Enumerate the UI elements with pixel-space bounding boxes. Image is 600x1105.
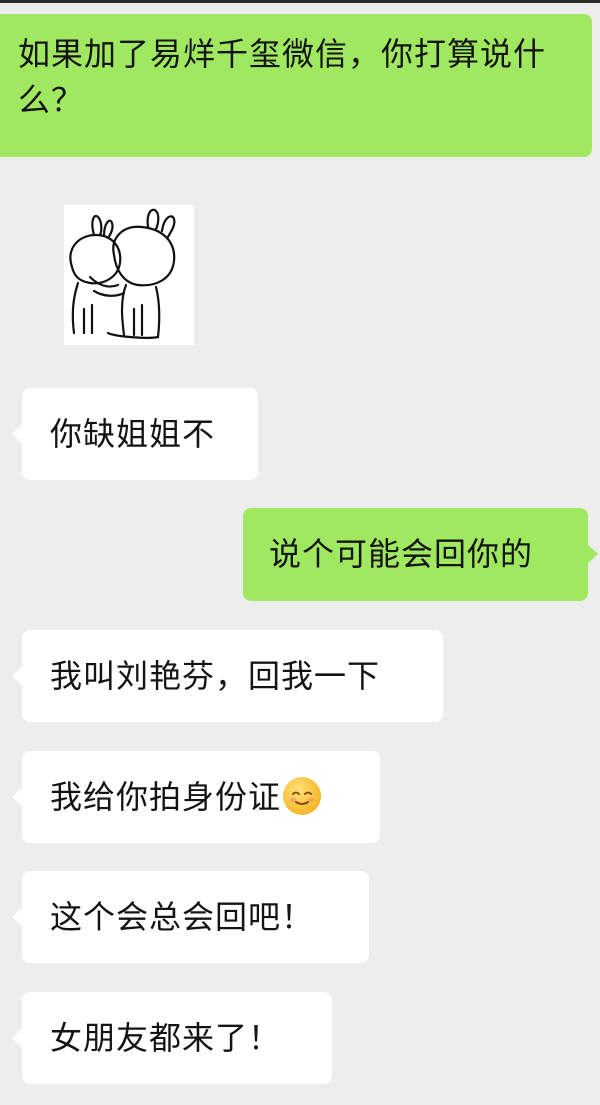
rabbit-sticker-icon xyxy=(69,208,176,339)
message-text: 说个可能会回你的 xyxy=(269,535,534,573)
message-text: 如果加了易烊千玺微信，你打算说什么？ xyxy=(18,35,547,119)
smiling-face-emoji-icon xyxy=(283,777,322,815)
message-text: 女朋友都来了！ xyxy=(50,1019,282,1057)
top-edge-bar xyxy=(0,0,600,3)
message-bubble-received[interactable]: 女朋友都来了！ xyxy=(12,992,332,1084)
message-bubble-received[interactable]: 这个会总会回吧！ xyxy=(12,871,369,963)
message-text: 我给你拍身份证 xyxy=(50,774,380,820)
hugging-rabbit-sticker[interactable] xyxy=(64,205,194,345)
message-text: 你缺姐姐不 xyxy=(50,415,216,453)
message-bubble-received[interactable]: 我给你拍身份证 xyxy=(12,751,380,843)
message-bubble-sent[interactable]: 如果加了易烊千玺微信，你打算说什么？ xyxy=(0,14,592,157)
message-bubble-sent[interactable]: 说个可能会回你的 xyxy=(243,508,598,601)
message-bubble-received[interactable]: 你缺姐姐不 xyxy=(12,388,258,480)
message-text-content: 我给你拍身份证 xyxy=(50,778,282,816)
message-bubble-received[interactable]: 我叫刘艳芬，回我一下 xyxy=(12,630,443,722)
message-text: 这个会总会回吧！ xyxy=(50,898,315,936)
message-text: 我叫刘艳芬，回我一下 xyxy=(50,657,381,695)
